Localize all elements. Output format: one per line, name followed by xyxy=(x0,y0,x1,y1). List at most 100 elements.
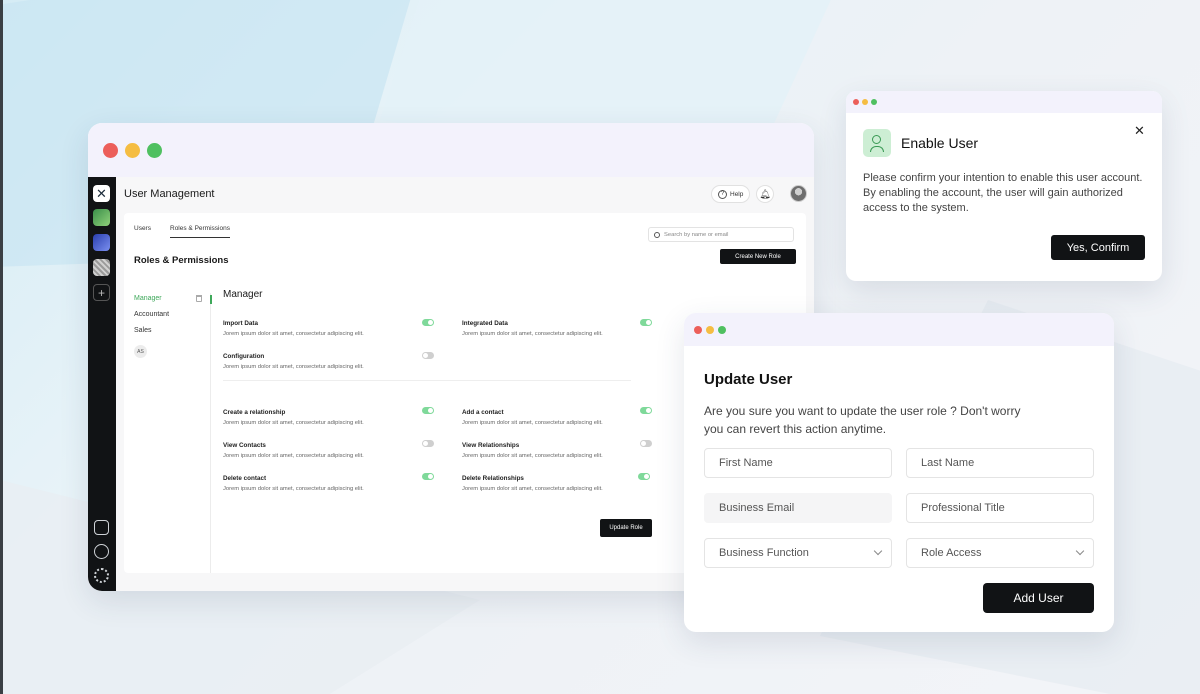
role-item-accountant[interactable]: Accountant xyxy=(134,311,169,327)
divider xyxy=(223,380,631,381)
screen-edge xyxy=(0,0,3,694)
field-placeholder: Professional Title xyxy=(921,502,1005,514)
gear-icon[interactable] xyxy=(94,568,109,583)
dialog-body: Please confirm your intention to enable … xyxy=(863,172,1143,214)
maximize-window-button[interactable] xyxy=(718,325,726,334)
permission-delete-contact: Delete contact Jorem ipsum dolor sit ame… xyxy=(223,475,364,492)
permission-toggle[interactable] xyxy=(640,407,652,414)
close-window-button[interactable] xyxy=(103,142,118,158)
permission-delete-relationships: Delete Relationships Jorem ipsum dolor s… xyxy=(462,475,603,492)
question-icon: ? xyxy=(718,189,727,199)
close-window-button[interactable] xyxy=(694,325,702,334)
active-indicator xyxy=(210,295,212,304)
update-role-button[interactable]: Update Role xyxy=(600,519,652,537)
permission-desc: Jorem ipsum dolor sit amet, consectetur … xyxy=(223,331,364,337)
confirm-button[interactable]: Yes, Confirm xyxy=(1051,235,1145,260)
help-label: Help xyxy=(730,190,744,198)
avatar[interactable] xyxy=(790,185,807,202)
permission-toggle[interactable] xyxy=(422,319,434,326)
last-name-field[interactable]: Last Name xyxy=(906,448,1094,478)
permission-desc: Jorem ipsum dolor sit amet, consectetur … xyxy=(462,420,603,426)
app-logo-icon[interactable]: ✕ xyxy=(93,185,110,202)
page-title: User Management xyxy=(124,188,215,200)
business-function-select[interactable]: Business Function xyxy=(704,538,892,568)
trash-icon[interactable] xyxy=(196,295,202,302)
permission-title: Create a relationship xyxy=(223,409,286,416)
divider xyxy=(210,293,211,573)
search-input[interactable]: Search by name or email xyxy=(648,227,794,242)
minimize-window-button[interactable] xyxy=(125,142,140,158)
dialog-title: Enable User xyxy=(901,135,979,151)
permission-desc: Jorem ipsum dolor sit amet, consectetur … xyxy=(223,486,364,492)
permission-create-relationship: Create a relationship Jorem ipsum dolor … xyxy=(223,409,364,426)
database-icon[interactable] xyxy=(94,520,109,535)
role-item-sales[interactable]: Sales xyxy=(134,327,169,343)
permission-configuration: Configuration Jorem ipsum dolor sit amet… xyxy=(223,353,364,370)
search-icon xyxy=(654,231,660,238)
target-icon[interactable] xyxy=(94,544,109,559)
permission-integrated-data: Integrated Data Jorem ipsum dolor sit am… xyxy=(462,320,603,337)
selected-role-title: Manager xyxy=(223,289,263,300)
permission-toggle[interactable] xyxy=(422,440,434,447)
permission-title: Import Data xyxy=(223,320,258,327)
field-placeholder: Business Email xyxy=(719,502,795,514)
first-name-field[interactable]: First Name xyxy=(704,448,892,478)
professional-title-field[interactable]: Professional Title xyxy=(906,493,1094,523)
tab-users[interactable]: Users xyxy=(134,225,151,237)
permission-view-contacts: View Contacts Jorem ipsum dolor sit amet… xyxy=(223,442,364,459)
help-button[interactable]: ? Help xyxy=(711,185,751,203)
field-placeholder: Role Access xyxy=(921,547,982,559)
field-placeholder: First Name xyxy=(719,457,773,469)
add-workspace-icon[interactable]: + xyxy=(93,284,110,301)
field-placeholder: Last Name xyxy=(921,457,975,469)
permission-desc: Jorem ipsum dolor sit amet, consectetur … xyxy=(223,364,364,370)
chevron-down-icon xyxy=(1075,546,1085,556)
permission-title: Add a contact xyxy=(462,409,504,416)
permission-desc: Jorem ipsum dolor sit amet, consectetur … xyxy=(462,453,603,459)
permission-toggle[interactable] xyxy=(422,352,434,359)
role-access-select[interactable]: Role Access xyxy=(906,538,1094,568)
close-window-button[interactable] xyxy=(853,99,859,105)
workspace-pattern-icon[interactable] xyxy=(93,259,110,276)
maximize-window-button[interactable] xyxy=(147,142,162,158)
permission-toggle[interactable] xyxy=(638,473,650,480)
permission-desc: Jorem ipsum dolor sit amet, consectetur … xyxy=(462,331,603,337)
close-icon[interactable]: ✕ xyxy=(1134,123,1145,139)
dialog-body: Are you sure you want to update the user… xyxy=(704,404,1021,436)
dialog-title: Update User xyxy=(704,371,793,388)
role-item-manager[interactable]: Manager xyxy=(134,295,202,311)
permission-title: View Relationships xyxy=(462,442,520,449)
user-initials-badge: AS xyxy=(134,345,147,358)
app-rail: ✕ + xyxy=(88,177,116,591)
tab-roles-permissions[interactable]: Roles & Permissions xyxy=(170,225,230,238)
permission-toggle[interactable] xyxy=(640,319,652,326)
maximize-window-button[interactable] xyxy=(871,99,877,105)
add-user-button[interactable]: Add User xyxy=(983,583,1094,613)
section-title: Roles & Permissions xyxy=(134,255,229,266)
permission-desc: Jorem ipsum dolor sit amet, consectetur … xyxy=(462,486,603,492)
permission-toggle[interactable] xyxy=(640,440,652,447)
dialog-titlebar xyxy=(846,91,1162,113)
role-label: Manager xyxy=(134,295,162,302)
permission-title: Delete Relationships xyxy=(462,475,524,482)
minimize-window-button[interactable] xyxy=(706,325,714,334)
user-check-icon xyxy=(863,129,891,157)
search-placeholder: Search by name or email xyxy=(664,231,729,238)
permission-toggle[interactable] xyxy=(422,473,434,480)
permission-title: View Contacts xyxy=(223,442,266,449)
dialog-titlebar xyxy=(684,313,1114,346)
role-list: Manager Accountant Sales AS xyxy=(134,295,202,358)
permission-add-contact: Add a contact Jorem ipsum dolor sit amet… xyxy=(462,409,603,426)
permission-toggle[interactable] xyxy=(422,407,434,414)
bell-icon[interactable]: 🔔︎ xyxy=(756,185,774,203)
workspace-blue-icon[interactable] xyxy=(93,234,110,251)
update-user-dialog: Update User Are you sure you want to upd… xyxy=(684,313,1114,632)
permission-desc: Jorem ipsum dolor sit amet, consectetur … xyxy=(223,453,364,459)
permission-title: Delete contact xyxy=(223,475,267,482)
minimize-window-button[interactable] xyxy=(862,99,868,105)
enable-user-dialog: Enable User ✕ Please confirm your intent… xyxy=(846,91,1162,281)
workspace-green-icon[interactable] xyxy=(93,209,110,226)
create-role-button[interactable]: Create New Role xyxy=(720,249,796,264)
business-email-field[interactable]: Business Email xyxy=(704,493,892,523)
permission-desc: Jorem ipsum dolor sit amet, consectetur … xyxy=(223,420,364,426)
